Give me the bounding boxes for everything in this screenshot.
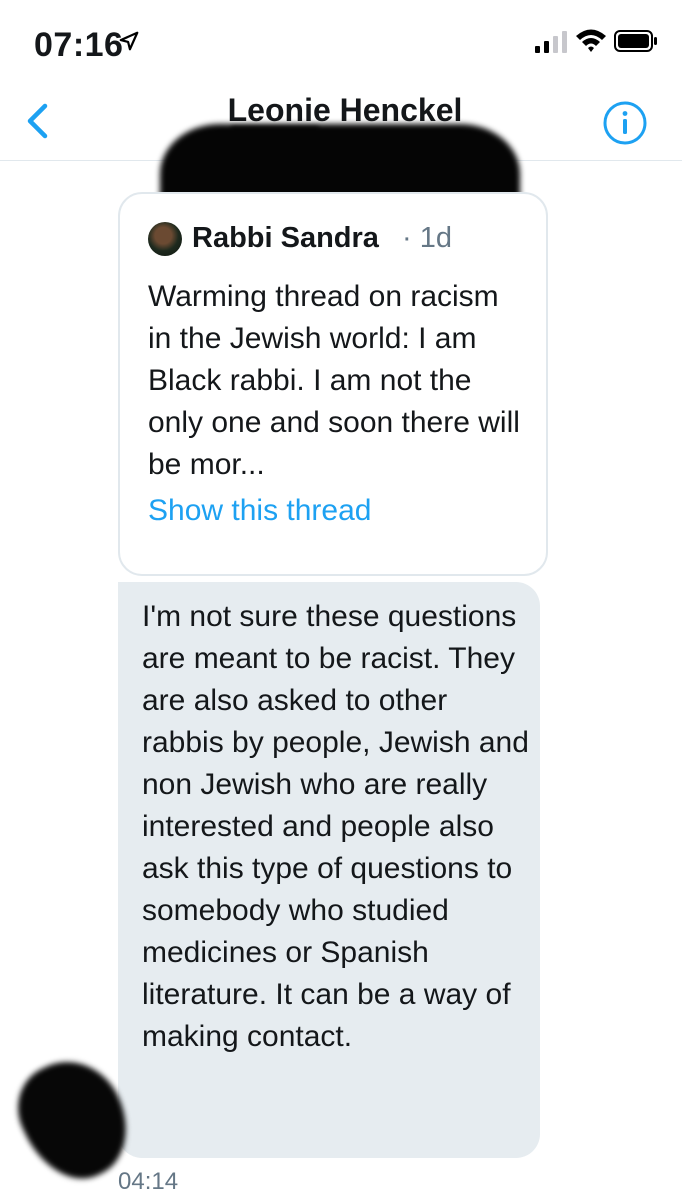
message-text: I'm not sure these questions are meant t… (142, 600, 529, 1053)
message-bubble[interactable]: I'm not sure these questions are meant t… (118, 582, 540, 1158)
status-bar: 07:16 (0, 0, 682, 80)
conversation-header: Leonie Henckel @ (0, 80, 682, 248)
quoted-tweet-card[interactable]: Rabbi Sandra · 1d Warming thread on raci… (118, 192, 548, 576)
avatar (148, 222, 182, 256)
battery-icon (614, 30, 657, 52)
show-thread-link[interactable]: Show this thread (148, 494, 371, 528)
wifi-icon (576, 29, 606, 52)
back-button[interactable] (18, 100, 58, 142)
message-timestamp: 04:14 (118, 1168, 179, 1195)
info-icon (603, 101, 647, 145)
info-button[interactable] (602, 100, 648, 146)
status-time: 07:16 (34, 26, 124, 64)
quoted-tweet-time: · 1d (402, 222, 452, 254)
location-arrow-icon (119, 31, 139, 51)
chevron-left-icon (27, 103, 48, 139)
quoted-tweet-author: Rabbi Sandra (192, 222, 379, 254)
cellular-signal-icon (535, 31, 567, 53)
quoted-tweet-text: Warming thread on racism in the Jewish w… (148, 280, 520, 481)
